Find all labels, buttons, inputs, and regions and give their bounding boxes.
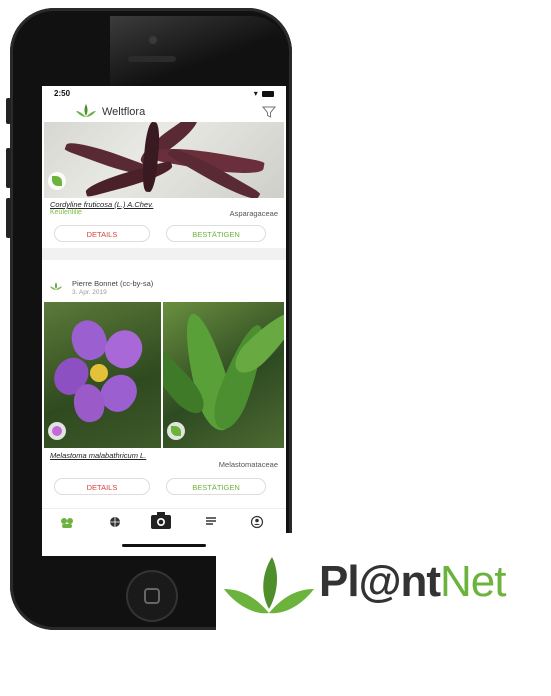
family-name: Melastomataceae [218, 460, 278, 469]
earpiece-speaker [128, 56, 176, 62]
observation-photo[interactable] [44, 122, 284, 198]
front-camera [149, 36, 157, 44]
mute-switch [6, 98, 11, 124]
list-icon[interactable] [202, 514, 220, 530]
common-name: Keulenlilie [50, 209, 82, 216]
flower-badge-icon [48, 422, 66, 440]
details-button[interactable]: DETAILS [54, 478, 150, 495]
plantnet-logo-icon [76, 104, 96, 117]
flower-photo[interactable] [44, 302, 161, 448]
home-button [126, 570, 178, 622]
status-time: 2:50 [54, 89, 71, 98]
observation-date: 3. Apr. 2019 [72, 289, 107, 296]
app-screen: 2:50 ▾ Weltflora Cordyline fruticosa (L.… [42, 86, 286, 556]
home-indicator [122, 544, 206, 547]
scientific-name[interactable]: Cordyline fruticosa (L.) A.Chev. [50, 200, 153, 209]
details-button[interactable]: DETAILS [54, 225, 150, 242]
scientific-name[interactable]: Melastoma malabathricum L. [50, 451, 146, 460]
confirm-button[interactable]: BESTÄTIGEN [166, 478, 266, 495]
leaf-badge-icon [167, 422, 185, 440]
plantnet-brand-logo: Pl@ntNet [216, 533, 551, 633]
card-separator [42, 248, 286, 260]
volume-down-button [6, 198, 11, 238]
phone-glare [110, 16, 290, 86]
filter-icon[interactable] [262, 105, 276, 119]
status-indicators: ▾ [254, 89, 274, 98]
app-title: Weltflora [102, 106, 146, 118]
leaf-badge-icon [48, 172, 66, 190]
volume-up-button [6, 148, 11, 188]
camera-icon[interactable] [150, 511, 172, 531]
confirm-button[interactable]: BESTÄTIGEN [166, 225, 266, 242]
plantnet-wordmark: Pl@ntNet [319, 557, 507, 606]
profile-icon[interactable] [248, 514, 266, 530]
tab-bar [42, 508, 286, 535]
app-header: Weltflora [42, 102, 286, 122]
globe-icon[interactable] [106, 514, 124, 530]
plants-icon[interactable] [58, 514, 76, 530]
author-name[interactable]: Pierre Bonnet (cc-by-sa) [72, 279, 153, 288]
battery-icon [262, 90, 274, 97]
family-name: Asparagaceae [229, 209, 278, 218]
plantnet-user-icon [50, 282, 62, 291]
leaf-photo[interactable] [163, 302, 284, 448]
plantnet-leaves-icon [224, 557, 314, 614]
status-bar: 2:50 ▾ [42, 86, 286, 102]
